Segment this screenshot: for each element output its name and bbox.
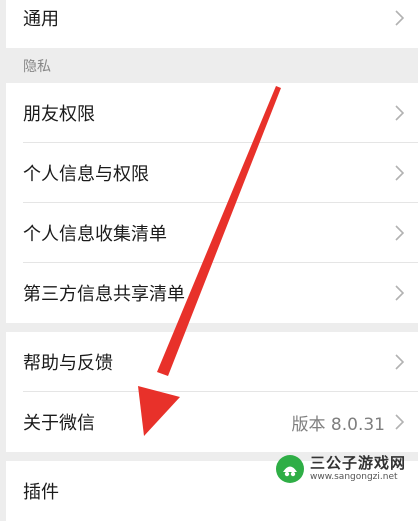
privacy-group: 朋友权限 个人信息与权限 个人信息收集清单 第三方信息共享清单	[6, 83, 418, 323]
settings-item-label: 通用	[23, 9, 59, 30]
chevron-right-icon	[395, 165, 404, 181]
chevron-right-icon	[395, 105, 404, 121]
watermark-logo-icon	[276, 455, 304, 483]
privacy-section-header: 隐私	[23, 59, 51, 75]
chevron-right-icon	[395, 285, 404, 301]
version-value: 版本 8.0.31	[291, 414, 385, 435]
settings-item-personal-info-permissions[interactable]: 个人信息与权限	[6, 143, 418, 203]
general-group: 通用	[6, 0, 418, 48]
settings-page: 通用 隐私 朋友权限 个人信息与权限 个人信息收集清单 第三方信息共享清单 帮助…	[6, 0, 418, 521]
settings-item-label: 朋友权限	[23, 104, 95, 125]
settings-item-third-party-sharing[interactable]: 第三方信息共享清单	[6, 263, 418, 323]
watermark: 三公子游戏网 www.sangongzi.net	[274, 451, 414, 487]
about-group: 帮助与反馈 关于微信 版本 8.0.31	[6, 332, 418, 452]
settings-item-friend-permissions[interactable]: 朋友权限	[6, 83, 418, 143]
settings-item-help-feedback[interactable]: 帮助与反馈	[6, 332, 418, 392]
chevron-right-icon	[395, 414, 404, 430]
settings-item-personal-info-collection[interactable]: 个人信息收集清单	[6, 203, 418, 263]
watermark-text: 三公子游戏网 www.sangongzi.net	[310, 455, 406, 483]
watermark-url: www.sangongzi.net	[310, 472, 398, 482]
settings-item-label: 关于微信	[23, 413, 95, 434]
chevron-right-icon	[395, 354, 404, 370]
settings-item-label: 帮助与反馈	[23, 353, 113, 374]
chevron-right-icon	[395, 225, 404, 241]
chevron-right-icon	[395, 10, 404, 26]
settings-item-label: 第三方信息共享清单	[23, 284, 185, 305]
settings-item-general[interactable]: 通用	[6, 0, 418, 48]
settings-item-label: 个人信息收集清单	[23, 224, 167, 245]
settings-item-label: 个人信息与权限	[23, 164, 149, 185]
watermark-title: 三公子游戏网	[310, 454, 407, 472]
settings-item-about-wechat[interactable]: 关于微信 版本 8.0.31	[6, 392, 418, 452]
